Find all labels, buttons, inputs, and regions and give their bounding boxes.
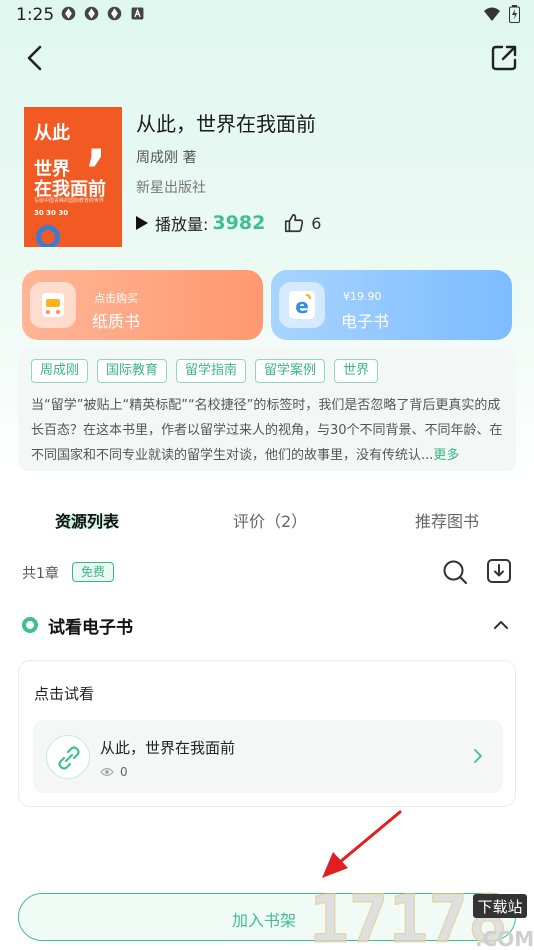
eye-icon: [100, 767, 114, 777]
tag[interactable]: 世界: [334, 359, 379, 383]
book-intro: 当“留学”被贴上“精英标配”“名校捷径”的标签时，我们是否忽略了背后更真实的成长…: [31, 393, 507, 468]
tag[interactable]: 周成刚: [31, 359, 89, 383]
paper-book-label: 纸质书: [92, 312, 141, 331]
app-notification-icon: [84, 6, 99, 21]
buy-paper-book-card[interactable]: 点击购买 纸质书: [22, 270, 263, 340]
cover-ring-graphic: [36, 225, 60, 247]
ebook-label: 电子书: [341, 312, 390, 331]
download-icon[interactable]: [486, 558, 512, 584]
intro-text: 当“留学”被贴上“精英标配”“名校捷径”的标签时，我们是否忽略了背后更真实的成长…: [31, 398, 503, 463]
cover-numbers: 30 30 30: [34, 209, 69, 217]
watermark-logo: 17178 下载站 .COM: [305, 880, 534, 950]
play-count: 3982: [212, 212, 266, 234]
tag[interactable]: 国际教育: [97, 359, 168, 383]
link-icon: [46, 735, 90, 779]
paper-book-hint: 点击购买: [94, 292, 138, 305]
search-icon[interactable]: [441, 558, 469, 586]
tag[interactable]: 留学指南: [176, 359, 247, 383]
wifi-icon: [484, 7, 500, 21]
book-title: 从此，世界在我面前: [136, 112, 316, 136]
system-icons: [483, 5, 520, 23]
app-notification-icon: [107, 6, 122, 21]
book-publisher: 新星出版社: [136, 180, 206, 196]
battery-icon: [509, 5, 520, 23]
tab-reviews[interactable]: 评价（2）: [233, 508, 307, 532]
item-views: 0: [100, 765, 128, 779]
section-title: 试看电子书: [48, 618, 133, 638]
cover-title-line: 从此: [34, 123, 70, 144]
chapter-count: 共1章: [22, 566, 59, 582]
like-count: 6: [311, 213, 322, 233]
play-icon: [136, 216, 148, 230]
status-time: 1:25: [16, 5, 55, 25]
tab-recommended-books[interactable]: 推荐图书: [415, 508, 479, 532]
chevron-up-icon[interactable]: [488, 612, 514, 638]
tab-resource-list[interactable]: 资源列表: [55, 508, 119, 532]
tag-list: 周成刚 国际教育 留学指南 留学案例 世界: [31, 359, 379, 383]
preview-label: 点击试看: [34, 685, 95, 703]
section-dot-icon: [22, 617, 38, 633]
shopping-cart-icon: [30, 282, 76, 328]
tag[interactable]: 留学案例: [255, 359, 326, 383]
view-count: 0: [120, 765, 128, 779]
thumb-up-icon[interactable]: [283, 212, 305, 234]
cover-subtitle: 写给中国青睐的国际教育的世界: [34, 198, 105, 204]
app-notification-icon: [61, 6, 76, 21]
play-label: 播放量:: [155, 215, 209, 234]
watermark-sub: 下载站: [477, 898, 522, 916]
chevron-right-icon: [474, 749, 482, 763]
share-icon[interactable]: [488, 42, 520, 74]
add-to-shelf-label: 加入书架: [232, 911, 297, 930]
intro-more-link[interactable]: 更多: [433, 448, 459, 463]
font-notification-icon: [131, 7, 144, 20]
back-icon[interactable]: [20, 42, 52, 74]
watermark-domain: .COM: [475, 927, 534, 950]
book-author: 周成刚 著: [136, 150, 197, 166]
svg-text:e: e: [295, 294, 309, 318]
book-cover[interactable]: , 从此 世界 在我面前 写给中国青睐的国际教育的世界 30 30 30: [24, 107, 122, 247]
free-badge: 免费: [72, 562, 115, 582]
item-title[interactable]: 从此，世界在我面前: [100, 737, 235, 758]
play-stats: 播放量: 3982 6: [136, 211, 321, 235]
ebook-price: ¥19.90: [343, 290, 382, 303]
ebook-icon: e: [279, 282, 325, 328]
notification-icons: [60, 5, 146, 22]
buy-ebook-card[interactable]: e ¥19.90 电子书: [271, 270, 512, 340]
status-bar: 1:25: [0, 0, 534, 30]
cover-quote-mark: ,: [86, 109, 107, 172]
